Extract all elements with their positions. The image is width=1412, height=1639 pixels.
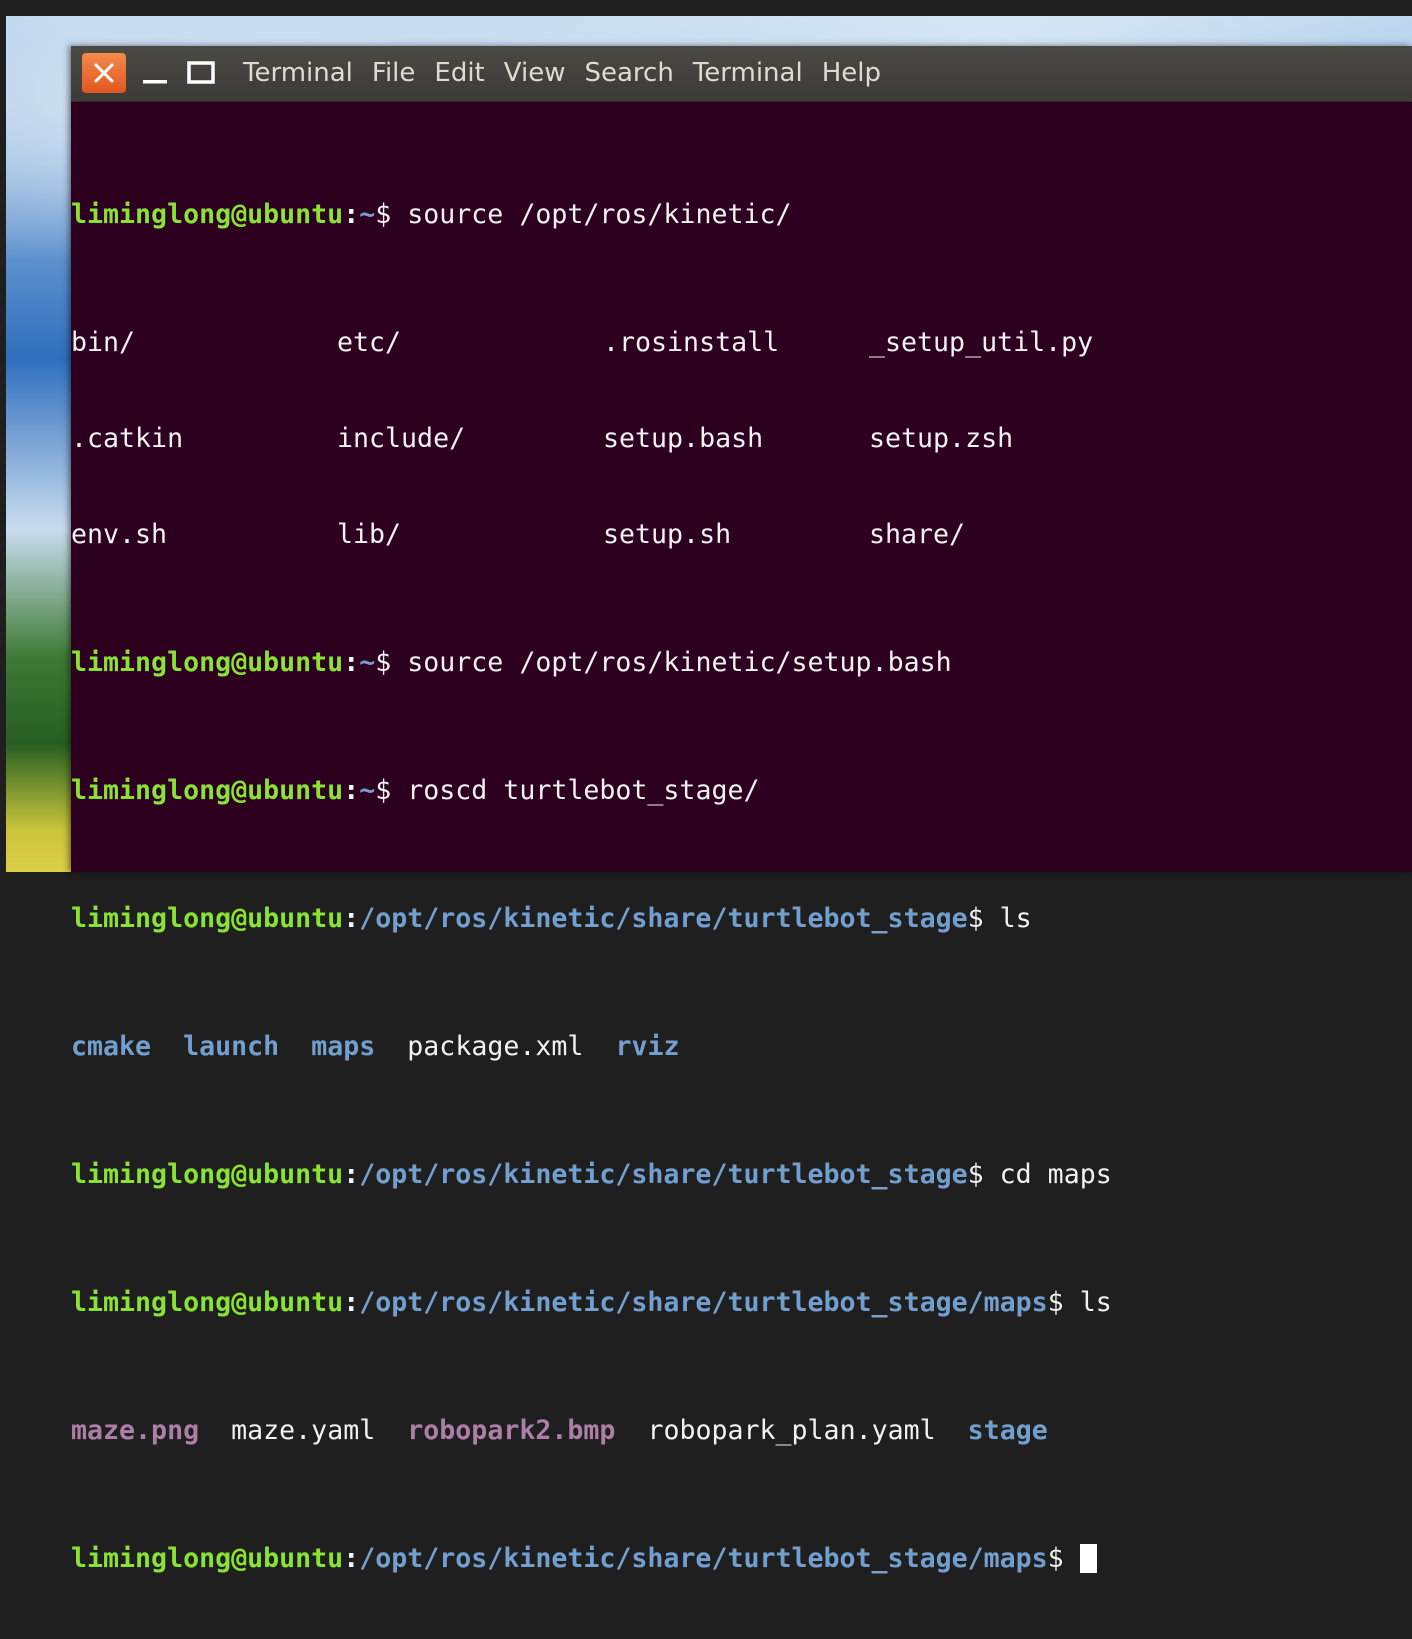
prompt-colon: :: [343, 1159, 360, 1190]
maximize-button[interactable]: [179, 53, 223, 93]
dir-entry: cmake: [71, 1031, 152, 1062]
prompt-dollar: $: [375, 775, 392, 806]
prompt-user: liminglong@ubuntu: [71, 775, 344, 806]
ls-output-row: cmake launch maps package.xml rviz: [71, 1031, 1412, 1063]
prompt-colon: :: [343, 1287, 360, 1318]
completion-entry: bin/: [71, 327, 136, 358]
menu-file[interactable]: File: [372, 46, 416, 101]
menu-search[interactable]: Search: [584, 46, 673, 101]
prompt-colon: :: [343, 199, 360, 230]
command-text: source /opt/ros/kinetic/: [391, 199, 792, 230]
command-text: ls: [1063, 1287, 1112, 1318]
menu-edit[interactable]: Edit: [434, 46, 484, 101]
completion-entry: env.sh: [71, 519, 168, 550]
prompt-path: ~: [359, 775, 376, 806]
prompt-dollar: $: [1047, 1543, 1064, 1574]
minimize-button[interactable]: [133, 53, 177, 93]
prompt-user: liminglong@ubuntu: [71, 1287, 344, 1318]
completion-entry: include/: [337, 423, 466, 454]
completion-entry: setup.zsh: [869, 423, 1014, 454]
dir-entry: launch: [183, 1031, 280, 1062]
prompt-line: liminglong@ubuntu:/opt/ros/kinetic/share…: [71, 1159, 1412, 1191]
text-cursor: [1079, 1544, 1097, 1573]
completion-row: env.sh lib/setup.sh share/: [71, 519, 1412, 551]
menu-view[interactable]: View: [504, 46, 566, 101]
completion-entry: setup.bash: [603, 423, 764, 454]
menu-app-terminal[interactable]: Terminal: [243, 46, 353, 101]
minimize-icon: [143, 80, 167, 84]
prompt-line: liminglong@ubuntu: ~ $ source /opt/ros/kin…: [71, 647, 1412, 679]
completion-entry: etc/: [337, 327, 402, 358]
prompt-colon: :: [343, 1543, 360, 1574]
prompt-path: /opt/ros/kinetic/share/turtlebot_stage: [359, 1159, 968, 1190]
prompt-dollar: $: [967, 903, 984, 934]
prompt-user: liminglong@ubuntu: [71, 1543, 344, 1574]
prompt-path: ~: [359, 647, 376, 678]
prompt-line: liminglong@ubuntu: ~ $ source /opt/ros/kin…: [71, 199, 1412, 231]
menu-terminal[interactable]: Terminal: [693, 46, 803, 101]
command-text: source /opt/ros/kinetic/setup.bash: [391, 647, 952, 678]
command-text: roscd turtlebot_stage/: [391, 775, 760, 806]
prompt-line: liminglong@ubuntu:/opt/ros/kinetic/share…: [71, 903, 1412, 935]
file-entry: package.xml: [407, 1031, 584, 1062]
completion-row: .catkin include/setup.bash setup.zsh: [71, 423, 1412, 455]
prompt-path: /opt/ros/kinetic/share/turtlebot_stage: [359, 903, 968, 934]
command-text: cd maps: [983, 1159, 1112, 1190]
prompt-path: ~: [359, 199, 376, 230]
menu-help[interactable]: Help: [822, 46, 881, 101]
prompt-colon: :: [343, 647, 360, 678]
completion-entry: .catkin: [71, 423, 184, 454]
prompt-user: liminglong@ubuntu: [71, 903, 344, 934]
completion-entry: lib/: [337, 519, 402, 550]
prompt-dollar: $: [375, 647, 392, 678]
terminal-output[interactable]: liminglong@ubuntu: ~ $ source /opt/ros/kin…: [71, 103, 1412, 1639]
file-entry: maze.yaml: [231, 1415, 376, 1446]
completion-row: bin/etc/ .rosinstall _setup_util.py: [71, 327, 1412, 359]
dir-entry: maps: [311, 1031, 376, 1062]
dir-entry: stage: [967, 1415, 1048, 1446]
completion-entry: _setup_util.py: [869, 327, 1094, 358]
close-button[interactable]: [82, 53, 126, 93]
prompt-user: liminglong@ubuntu: [71, 1159, 344, 1190]
maximize-icon: [187, 61, 215, 84]
prompt-user: liminglong@ubuntu: [71, 199, 344, 230]
prompt-dollar: $: [1047, 1287, 1064, 1318]
menu-bar: Terminal File Edit View Search Terminal …: [243, 46, 900, 101]
prompt-line: liminglong@ubuntu:/opt/ros/kinetic/share…: [71, 1287, 1412, 1319]
completion-entry: setup.sh: [603, 519, 732, 550]
completion-entry: share/: [869, 519, 966, 550]
current-prompt-line[interactable]: liminglong@ubuntu:/opt/ros/kinetic/share…: [71, 1543, 1412, 1575]
prompt-dollar: $: [375, 199, 392, 230]
image-file-entry: maze.png: [71, 1415, 200, 1446]
file-entry: robopark_plan.yaml: [647, 1415, 936, 1446]
prompt-line: liminglong@ubuntu: ~ $ roscd turtlebot_sta…: [71, 775, 1412, 807]
prompt-colon: :: [343, 903, 360, 934]
prompt-path: /opt/ros/kinetic/share/turtlebot_stage/m…: [359, 1287, 1048, 1318]
terminal-window: Terminal File Edit View Search Terminal …: [71, 46, 1412, 1574]
title-bar[interactable]: Terminal File Edit View Search Terminal …: [71, 46, 1412, 102]
ls-output-row: maze.png maze.yaml robopark2.bmp robopar…: [71, 1415, 1412, 1447]
prompt-colon: :: [343, 775, 360, 806]
dir-entry: rviz: [615, 1031, 680, 1062]
prompt-dollar: $: [967, 1159, 984, 1190]
prompt-path: /opt/ros/kinetic/share/turtlebot_stage/m…: [359, 1543, 1048, 1574]
command-text: ls: [983, 903, 1032, 934]
image-file-entry: robopark2.bmp: [407, 1415, 616, 1446]
close-icon: [94, 63, 114, 83]
prompt-user: liminglong@ubuntu: [71, 647, 344, 678]
completion-entry: .rosinstall: [603, 327, 780, 358]
